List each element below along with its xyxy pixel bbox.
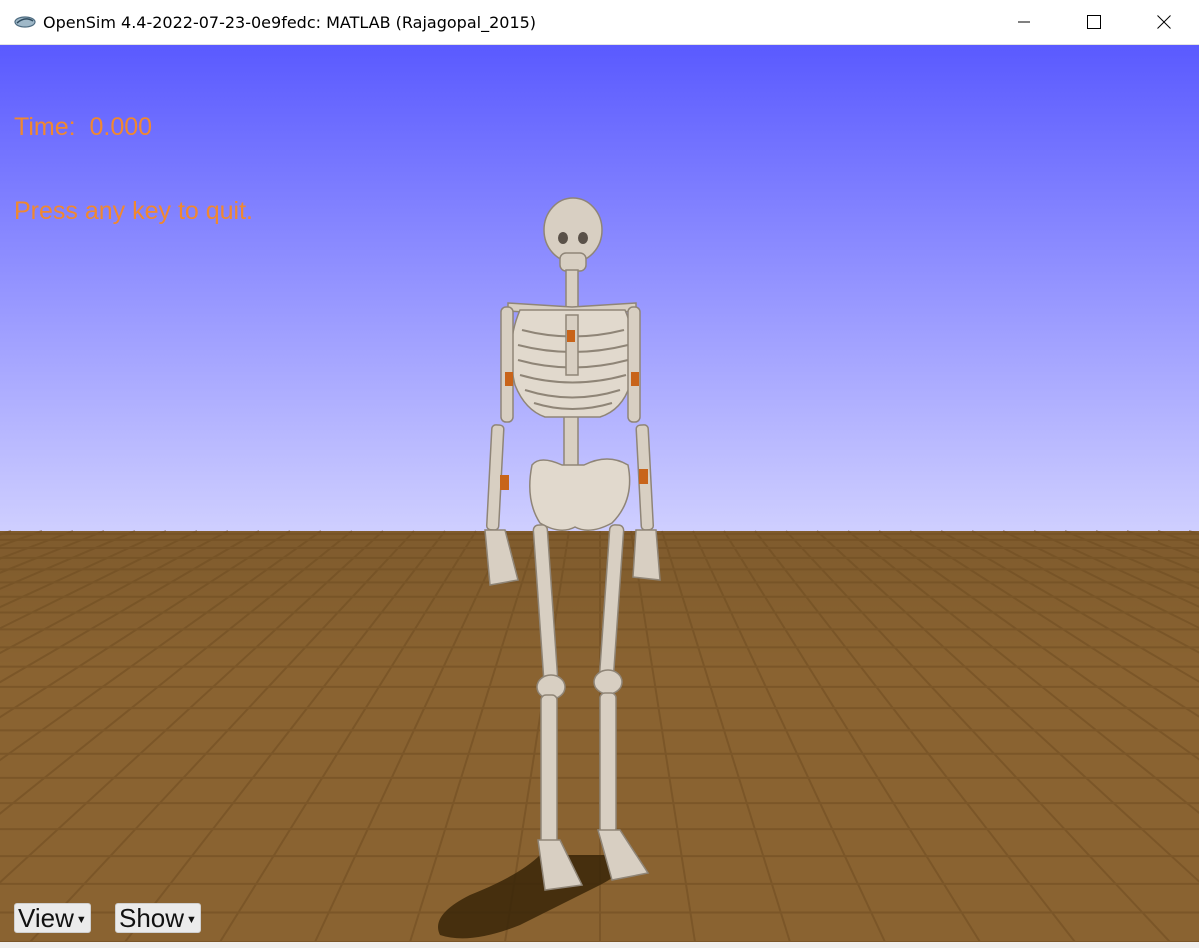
title-bar[interactable]: OpenSim 4.4-2022-07-23-0e9fedc: MATLAB (… <box>0 0 1199 45</box>
eye-socket-right <box>578 232 588 244</box>
close-icon <box>1157 15 1171 29</box>
chevron-down-icon: ▼ <box>75 914 87 926</box>
knee-right <box>593 669 623 695</box>
time-readout: Time: 0.000 <box>14 113 153 141</box>
window-bottom-edge <box>0 942 1199 948</box>
3d-viewport[interactable]: Time: 0.000 Press any key to quit. View … <box>0 45 1199 942</box>
sternum <box>565 314 579 376</box>
opensim-app-icon <box>14 16 36 28</box>
hud-overlay: Time: 0.000 Press any key to quit. <box>14 57 253 281</box>
chevron-down-icon: ▼ <box>186 914 197 926</box>
view-menu-label: View <box>18 902 74 933</box>
tibia-left <box>540 694 558 846</box>
cervical-spine <box>565 269 579 309</box>
pelvis <box>529 458 631 531</box>
show-menu-button[interactable]: Show ▼ <box>115 903 201 933</box>
close-button[interactable] <box>1129 0 1199 44</box>
window-title: OpenSim 4.4-2022-07-23-0e9fedc: MATLAB (… <box>43 12 537 32</box>
hand-right <box>632 529 661 581</box>
opensim-window: OpenSim 4.4-2022-07-23-0e9fedc: MATLAB (… <box>0 0 1199 948</box>
maximize-button[interactable] <box>1059 0 1129 44</box>
minimize-button[interactable] <box>989 0 1059 44</box>
humerus-left <box>500 306 514 423</box>
maximize-icon <box>1087 15 1101 29</box>
eye-socket-left <box>558 232 568 244</box>
quit-hint: Press any key to quit. <box>14 197 254 225</box>
show-menu-label: Show <box>119 902 185 933</box>
window-controls <box>989 0 1199 44</box>
tibia-right <box>599 692 617 834</box>
view-menu-button[interactable]: View ▼ <box>14 903 91 933</box>
minimize-icon <box>1018 21 1030 23</box>
humerus-right <box>627 306 641 423</box>
jaw <box>559 252 587 272</box>
